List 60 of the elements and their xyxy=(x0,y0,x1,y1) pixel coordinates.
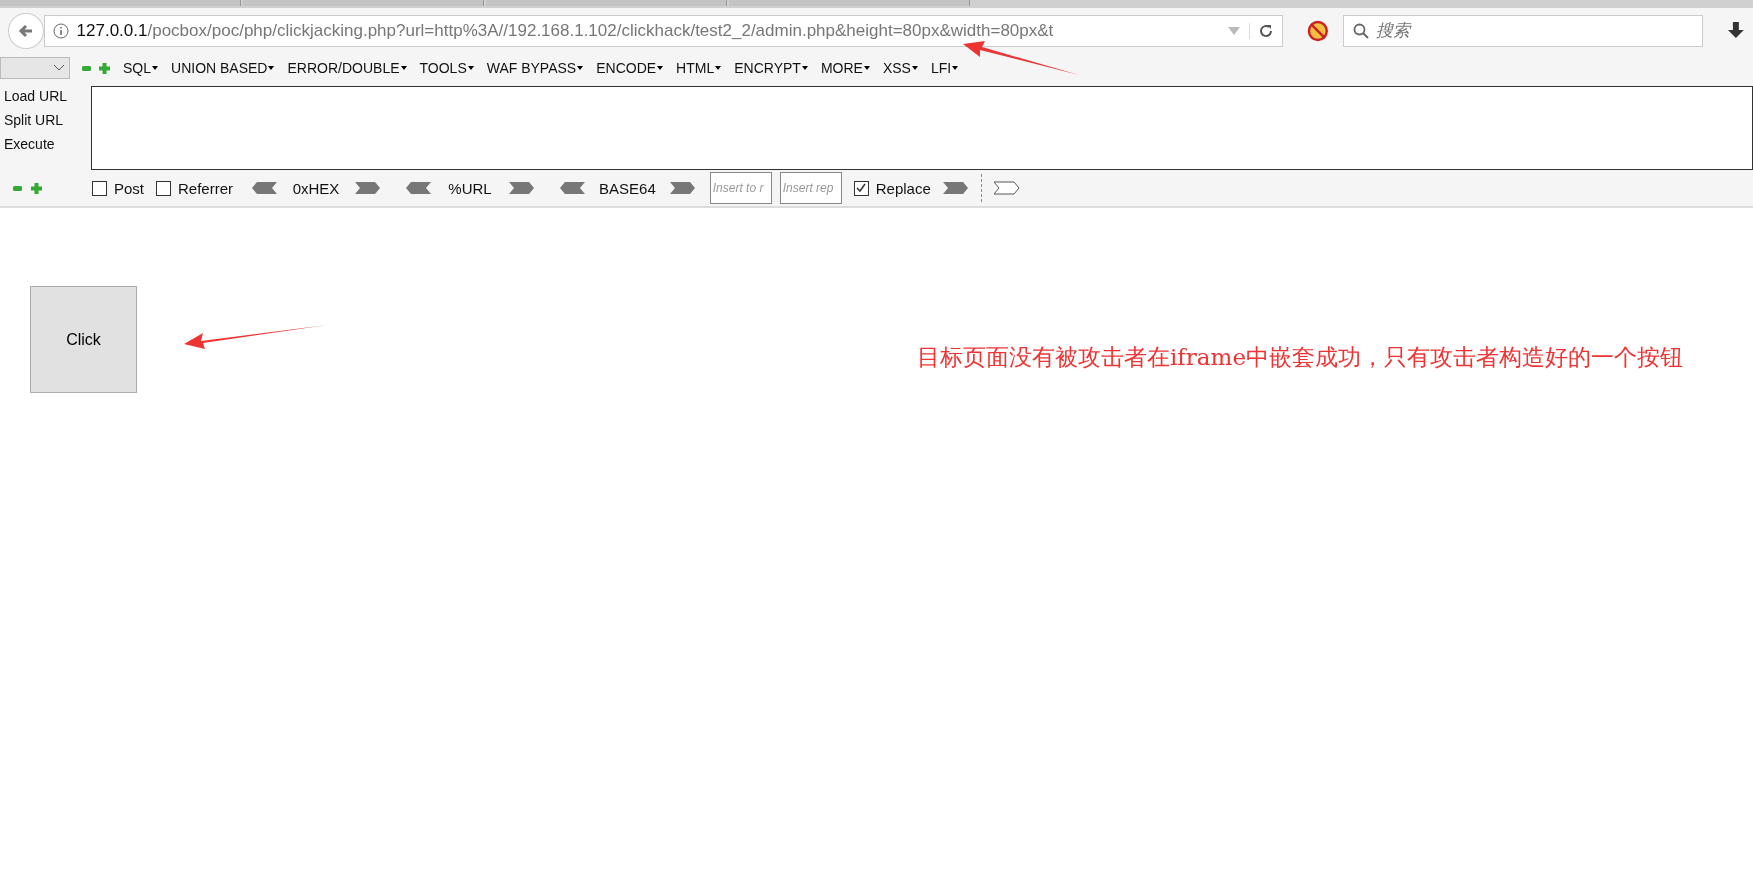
info-icon[interactable] xyxy=(52,23,69,39)
caret-icon xyxy=(467,66,474,70)
encoder-label: BASE64 xyxy=(599,179,656,197)
action-link[interactable]: Split URL xyxy=(0,112,64,128)
menu-item[interactable]: LFI xyxy=(930,60,959,76)
caret-icon xyxy=(577,66,584,70)
menu-item[interactable]: SQL xyxy=(123,60,158,76)
checkbox-label: Post xyxy=(114,179,144,197)
blocked-icon[interactable] xyxy=(1307,20,1330,42)
chevron-icon xyxy=(53,64,65,72)
caret-icon xyxy=(715,66,722,70)
checkbox-label: Referrer xyxy=(178,179,234,197)
url-input[interactable] xyxy=(91,86,1753,170)
action-link[interactable]: Load URL xyxy=(0,88,68,104)
reload-icon[interactable] xyxy=(1249,23,1275,39)
right-arrow-icon[interactable] xyxy=(993,181,1020,195)
back-button[interactable] xyxy=(8,13,44,49)
checkbox[interactable] xyxy=(92,180,107,196)
address-bar[interactable]: 127.0.0.1/pocbox/poc/php/clickjacking.php?url=http%3A//192.168.1.102/clickhack/test2_2/admin.php&height=80px&width=80px&t xyxy=(43,15,1284,47)
click-button[interactable]: Click xyxy=(30,286,137,393)
action-link[interactable]: Execute xyxy=(0,136,55,152)
left-arrow-icon[interactable] xyxy=(405,181,432,195)
plus-icon[interactable] xyxy=(99,62,110,74)
right-arrow-icon[interactable] xyxy=(669,181,696,195)
menu-item[interactable]: UNION BASED xyxy=(171,60,275,76)
checkbox[interactable] xyxy=(156,180,171,196)
url-text: 127.0.0.1/pocbox/poc/php/clickjacking.php?url=http%3A//192.168.1.102/clickhack/test2_2/admin.php&height=80px&width=80px&t xyxy=(76,21,1055,41)
encoder-label: 0xHEX xyxy=(291,179,341,197)
right-arrow-icon[interactable] xyxy=(509,181,536,195)
back-arrow-icon xyxy=(16,22,35,40)
insert-field[interactable]: Insert rep xyxy=(779,172,842,204)
annotation-text: 目标页面没有被攻击者在iframe中嵌套成功，只有攻击者构造好的一个按钮 xyxy=(917,343,1684,372)
menu-item[interactable]: ERROR/DOUBLE xyxy=(287,60,407,76)
caret-icon xyxy=(268,66,275,70)
menu-item[interactable]: HTML xyxy=(676,60,722,76)
checkbox[interactable] xyxy=(853,180,869,196)
caret-icon xyxy=(657,66,664,70)
menu-item[interactable]: ENCRYPT xyxy=(734,60,808,76)
checkbox-label: Replace xyxy=(875,179,931,197)
search-icon xyxy=(1353,23,1370,39)
menu-item[interactable]: TOOLS xyxy=(419,60,474,76)
menu-item[interactable]: MORE xyxy=(820,60,870,76)
plus-icon[interactable] xyxy=(31,182,42,194)
caret-icon xyxy=(801,66,808,70)
menu-item[interactable]: ENCODE xyxy=(596,60,664,76)
menu-item[interactable]: WAF BYPASS xyxy=(486,60,584,76)
insert-field[interactable]: Insert to r xyxy=(709,172,772,204)
encoder-label: %URL xyxy=(447,179,493,197)
menu-item[interactable]: XSS xyxy=(882,60,918,76)
right-arrow-icon[interactable] xyxy=(355,181,382,195)
left-arrow-icon[interactable] xyxy=(559,181,586,195)
search-field[interactable]: 搜索 xyxy=(1343,15,1704,47)
download-icon[interactable] xyxy=(1727,21,1745,41)
caret-icon xyxy=(152,66,158,70)
caret-icon xyxy=(911,66,918,70)
caret-icon xyxy=(952,66,959,70)
caret-icon xyxy=(863,66,870,70)
left-arrow-icon[interactable] xyxy=(251,181,278,195)
right-arrow-icon[interactable] xyxy=(942,181,969,195)
caret-icon xyxy=(400,66,407,70)
